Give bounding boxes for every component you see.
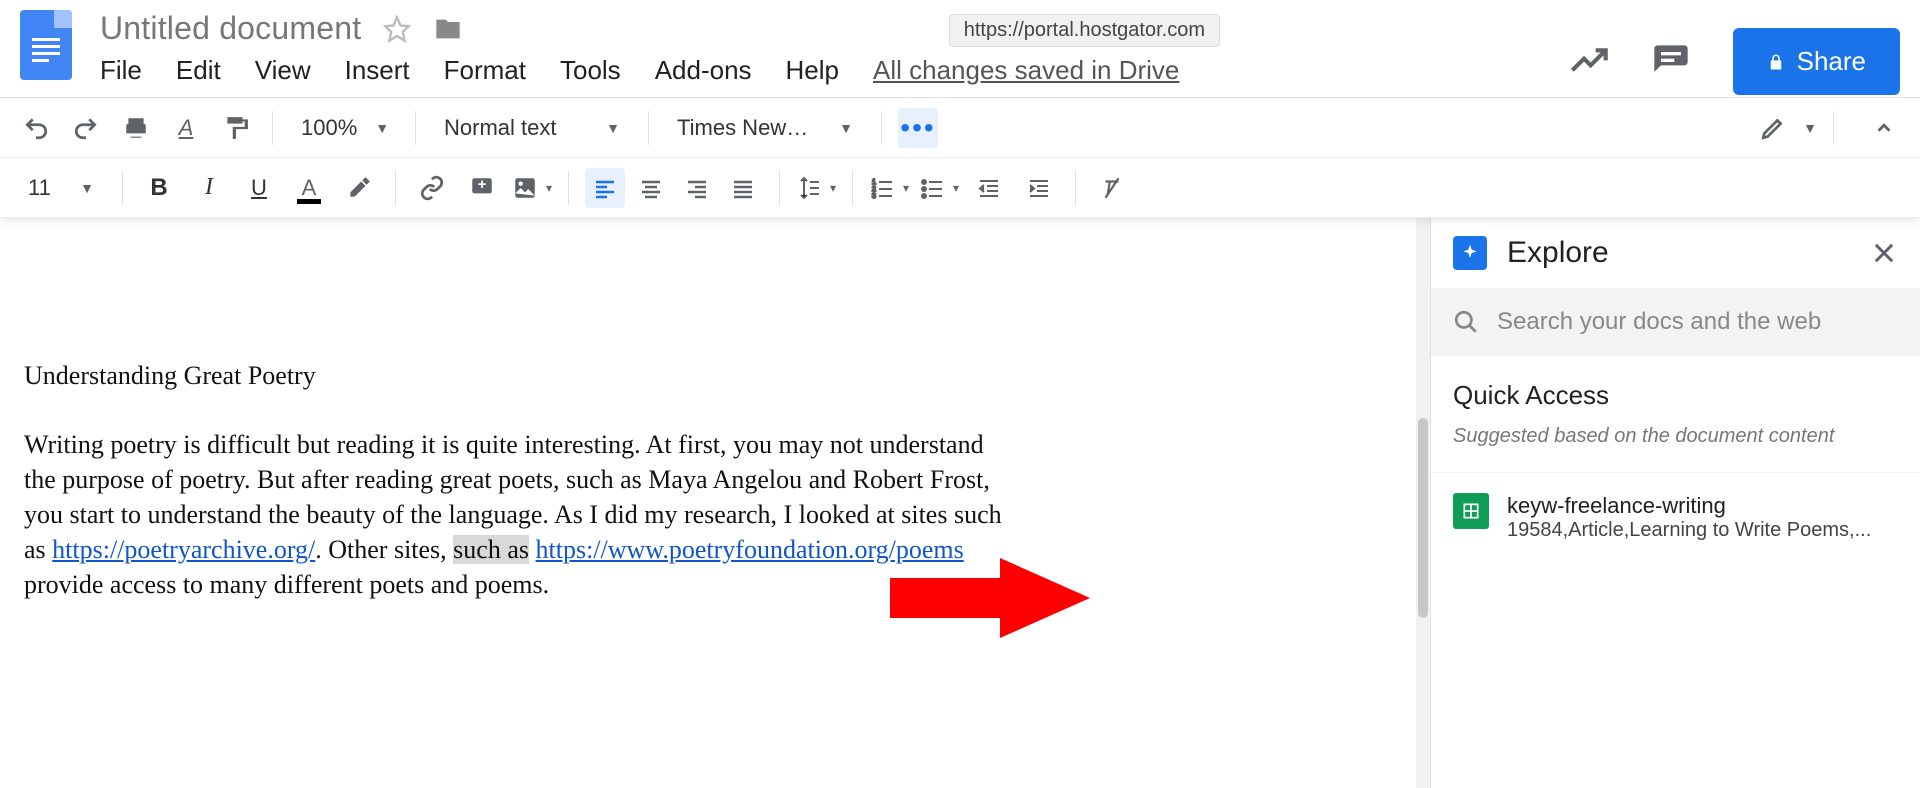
insert-link-button[interactable] <box>412 168 452 208</box>
annotation-arrow-icon <box>890 548 1090 648</box>
separator <box>568 171 569 205</box>
separator <box>881 111 882 145</box>
explore-search-input[interactable] <box>1497 308 1898 336</box>
increase-indent-button[interactable] <box>1019 168 1059 208</box>
menu-insert[interactable]: Insert <box>345 55 410 86</box>
quick-access-section: Quick Access Suggested based on the docu… <box>1431 356 1920 473</box>
font-size-select[interactable]: 11▼ <box>16 168 106 208</box>
doc-link-1[interactable]: https://poetryarchive.org/ <box>52 535 315 564</box>
document-canvas[interactable]: Understanding Great Poetry Writing poetr… <box>0 218 1430 788</box>
separator <box>779 171 780 205</box>
undo-button[interactable] <box>16 108 56 148</box>
menu-format[interactable]: Format <box>444 55 526 86</box>
separator <box>395 171 396 205</box>
share-button-label: Share <box>1797 46 1866 77</box>
link-tooltip-text: https://portal.hostgator.com <box>949 14 1220 47</box>
sheets-icon <box>1453 493 1489 529</box>
paint-format-button[interactable] <box>216 108 256 148</box>
collapse-toolbar-button[interactable] <box>1864 108 1904 148</box>
document-title[interactable]: Untitled document <box>100 10 361 47</box>
toolbar-secondary: 11▼ B I U A + 123 <box>0 158 1920 218</box>
svg-text:3: 3 <box>872 193 876 200</box>
editing-mode-dropdown[interactable]: ▼ <box>1803 120 1817 136</box>
vertical-scrollbar[interactable] <box>1416 218 1430 788</box>
align-left-button[interactable] <box>585 168 625 208</box>
separator <box>415 111 416 145</box>
bulleted-list-button[interactable] <box>919 168 959 208</box>
decrease-indent-button[interactable] <box>969 168 1009 208</box>
workspace: Understanding Great Poetry Writing poetr… <box>0 218 1920 788</box>
comments-icon[interactable] <box>1651 42 1691 82</box>
save-status[interactable]: All changes saved in Drive <box>873 55 1179 86</box>
numbered-list-button[interactable]: 123 <box>869 168 909 208</box>
star-icon[interactable] <box>383 15 411 43</box>
menu-help[interactable]: Help <box>786 55 839 86</box>
quick-access-item[interactable]: keyw-freelance-writing 19584,Article,Lea… <box>1431 473 1920 562</box>
text-run: . Other sites, <box>315 535 453 564</box>
spellcheck-button[interactable]: A <box>166 108 206 148</box>
toolbar-primary: A 100%▼ Normal text▼ Times New…▼ ••• ▼ <box>0 98 1920 158</box>
clear-formatting-button[interactable] <box>1092 168 1132 208</box>
align-center-button[interactable] <box>631 168 671 208</box>
link-tooltip: https://portal.hostgator.com <box>949 14 1220 47</box>
selected-text: such as <box>453 535 529 564</box>
redo-button[interactable] <box>66 108 106 148</box>
separator <box>648 111 649 145</box>
quick-access-item-detail: 19584,Article,Learning to Write Poems,..… <box>1507 519 1871 542</box>
activity-icon[interactable] <box>1569 42 1609 82</box>
menu-view[interactable]: View <box>255 55 311 86</box>
menu-file[interactable]: File <box>100 55 142 86</box>
insert-image-button[interactable] <box>512 168 552 208</box>
more-toolbar-button[interactable]: ••• <box>898 108 938 148</box>
print-button[interactable] <box>116 108 156 148</box>
menu-edit[interactable]: Edit <box>176 55 221 86</box>
paragraph-style-select[interactable]: Normal text▼ <box>432 108 632 148</box>
quick-access-title: Quick Access <box>1453 380 1898 411</box>
app-header: Untitled document File Edit View Insert … <box>0 0 1920 98</box>
separator <box>852 171 853 205</box>
svg-text:1: 1 <box>872 179 876 186</box>
zoom-select[interactable]: 100%▼ <box>289 108 399 148</box>
align-justify-button[interactable] <box>723 168 763 208</box>
explore-search-bar[interactable] <box>1431 288 1920 356</box>
separator <box>122 171 123 205</box>
doc-heading[interactable]: Understanding Great Poetry <box>24 358 1006 393</box>
highlight-color-button[interactable] <box>339 168 379 208</box>
separator <box>272 111 273 145</box>
quick-access-item-name: keyw-freelance-writing <box>1507 493 1871 519</box>
menu-bar: File Edit View Insert Format Tools Add-o… <box>100 55 1569 86</box>
italic-button[interactable]: I <box>189 168 229 208</box>
explore-icon <box>1453 236 1487 270</box>
explore-title: Explore <box>1507 236 1850 270</box>
bold-button[interactable]: B <box>139 168 179 208</box>
doc-paragraph[interactable]: Writing poetry is difficult but reading … <box>24 427 1006 602</box>
move-to-folder-icon[interactable] <box>433 15 463 43</box>
add-comment-button[interactable]: + <box>462 168 502 208</box>
menu-addons[interactable]: Add-ons <box>655 55 752 86</box>
text-color-button[interactable]: A <box>289 168 329 208</box>
svg-text:2: 2 <box>872 186 876 193</box>
header-center: Untitled document File Edit View Insert … <box>100 10 1569 86</box>
share-button[interactable]: Share <box>1733 28 1900 95</box>
alignment-group <box>585 168 763 208</box>
close-icon[interactable] <box>1870 239 1898 267</box>
menu-tools[interactable]: Tools <box>560 55 621 86</box>
text-run: provide access to many different poets a… <box>24 570 549 599</box>
separator <box>1075 171 1076 205</box>
document-page[interactable]: Understanding Great Poetry Writing poetr… <box>0 218 1030 603</box>
lock-icon <box>1767 53 1785 71</box>
editing-mode-button[interactable] <box>1753 108 1793 148</box>
svg-text:+: + <box>478 176 487 193</box>
search-icon <box>1453 309 1479 335</box>
quick-access-subtitle: Suggested based on the document content <box>1453 425 1898 448</box>
explore-panel: Explore Quick Access Suggested based on … <box>1430 218 1920 788</box>
font-select[interactable]: Times New…▼ <box>665 108 865 148</box>
align-right-button[interactable] <box>677 168 717 208</box>
underline-button[interactable]: U <box>239 168 279 208</box>
separator <box>1833 111 1834 145</box>
line-spacing-button[interactable] <box>796 168 836 208</box>
scrollbar-thumb[interactable] <box>1418 418 1428 618</box>
docs-app-icon[interactable] <box>20 10 72 80</box>
